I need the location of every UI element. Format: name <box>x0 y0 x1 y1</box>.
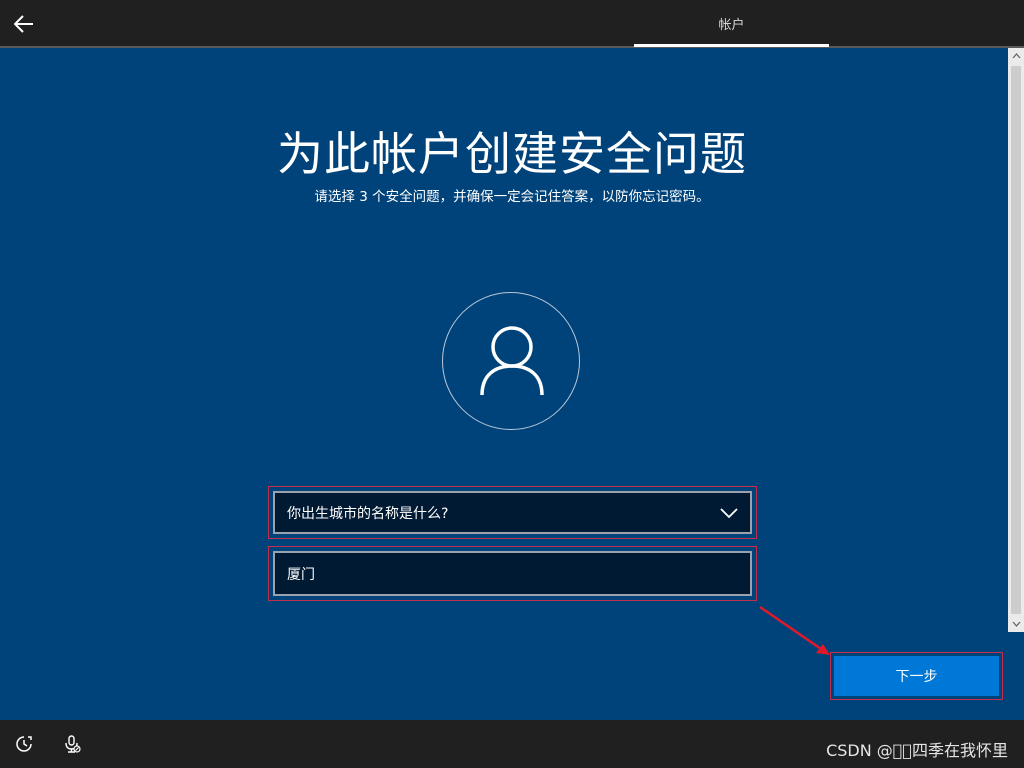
security-question-frame: 你出生城市的名称是什么? <box>268 486 757 539</box>
scroll-down-button[interactable] <box>1008 616 1024 632</box>
bottom-bar: CSDN @  四季在我怀里 <box>0 720 1024 768</box>
arrow-left-icon <box>14 15 33 33</box>
security-question-value: 你出生城市的名称是什么? <box>287 505 449 522</box>
page-title: 为此帐户创建安全问题 <box>277 127 747 181</box>
scroll-thumb[interactable] <box>1011 66 1021 614</box>
user-icon <box>480 326 544 396</box>
tab-account: 帐户 <box>634 0 829 46</box>
setup-screen: 帐户 为此帐户创建安全问题 请选择 3 个安全问题，并确保一定会记住答案，以防你… <box>0 0 1024 768</box>
answer-value: 厦门 <box>287 566 315 583</box>
annotation-arrow <box>759 605 830 655</box>
microphone-off-icon <box>65 735 81 753</box>
page-subtitle: 请选择 3 个安全问题，并确保一定会记住答案，以防你忘记密码。 <box>314 189 710 205</box>
top-bar: 帐户 <box>0 0 1024 48</box>
ease-of-access-icon <box>16 736 32 752</box>
microphone-button[interactable] <box>62 734 82 754</box>
tab-indicator <box>634 44 829 47</box>
back-button[interactable] <box>8 8 40 40</box>
next-button-frame: 下一步 <box>830 652 1003 700</box>
next-button[interactable]: 下一步 <box>834 656 999 696</box>
chevron-up-icon <box>1012 53 1020 59</box>
scrollbar[interactable] <box>1008 48 1024 632</box>
tab-account-label: 帐户 <box>718 17 745 33</box>
answer-input[interactable]: 厦门 <box>273 551 752 596</box>
watermark: CSDN @  四季在我怀里 <box>826 741 1008 760</box>
scroll-up-button[interactable] <box>1008 48 1024 64</box>
avatar <box>442 292 580 430</box>
security-question-select[interactable]: 你出生城市的名称是什么? <box>273 491 752 534</box>
chevron-down-small-icon <box>1012 621 1020 627</box>
ease-of-access-button[interactable] <box>14 734 34 754</box>
answer-frame: 厦门 <box>268 546 757 601</box>
next-button-label: 下一步 <box>895 669 938 685</box>
chevron-down-icon <box>720 507 738 518</box>
